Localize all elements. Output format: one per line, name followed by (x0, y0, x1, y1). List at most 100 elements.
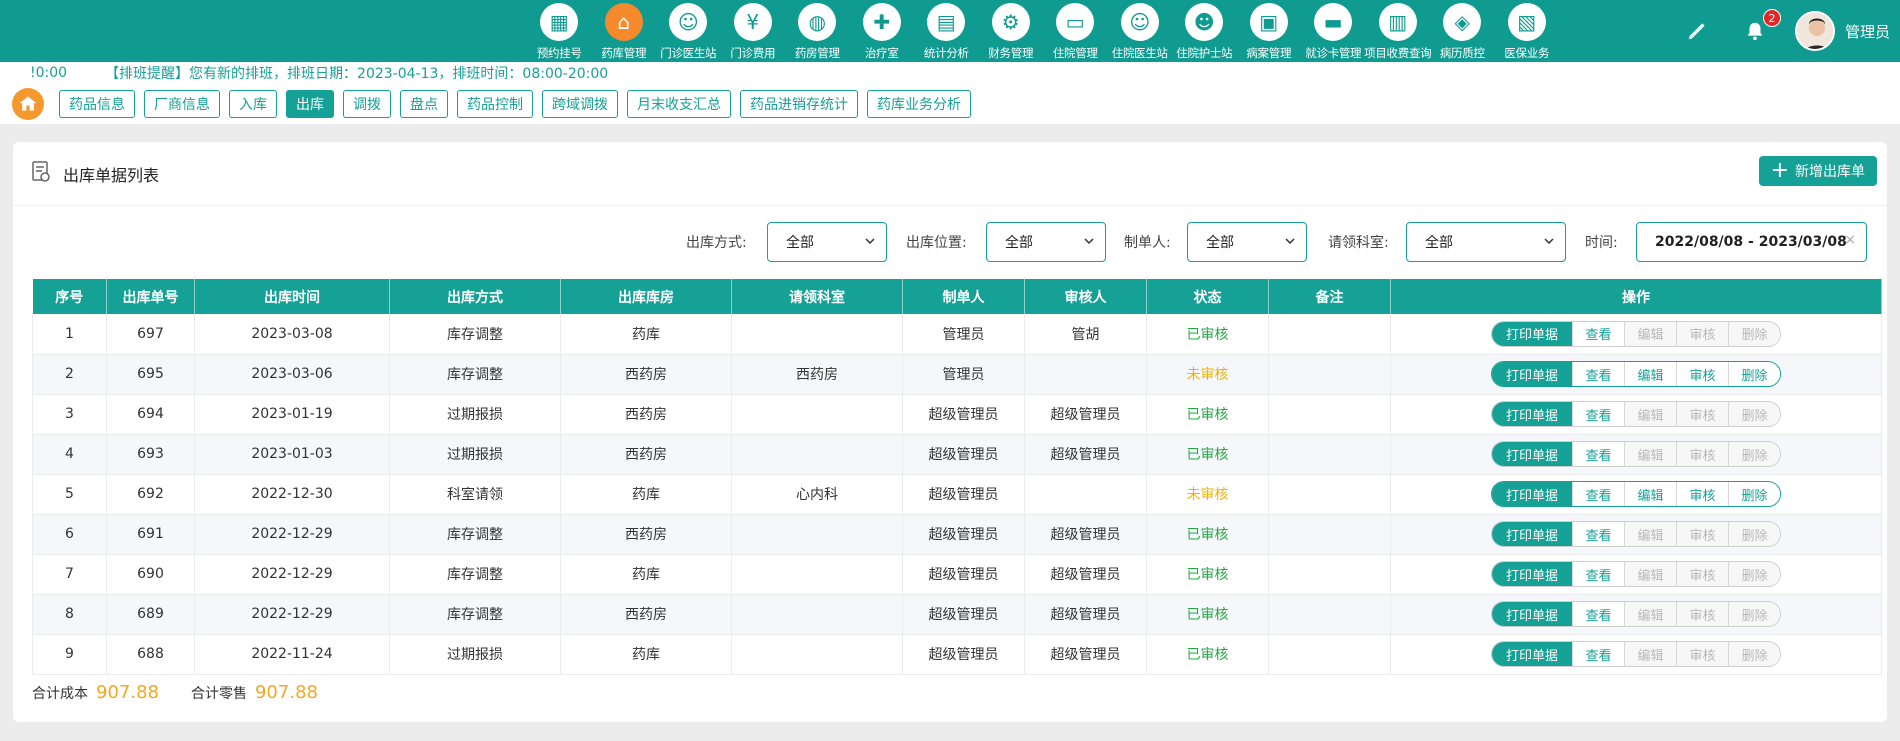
cell-note (1268, 514, 1391, 555)
cell-store: 西药房 (560, 514, 732, 555)
print-button[interactable]: 打印单据 (1492, 402, 1572, 426)
subtab-0[interactable]: 药品信息 (59, 90, 135, 118)
view-button[interactable]: 查看 (1572, 402, 1624, 426)
clear-icon[interactable]: × (1844, 232, 1856, 248)
nav-item-5[interactable]: ✚ 治疗室 (850, 0, 915, 62)
subtab-3[interactable]: 出库 (286, 90, 334, 118)
cell-creator: 超级管理员 (902, 514, 1025, 555)
creator-filter-select[interactable]: 全部 (1187, 222, 1307, 262)
dept-filter-select[interactable]: 全部 (1406, 222, 1566, 262)
audit-button[interactable]: 审核 (1676, 482, 1728, 506)
nav-item-15[interactable]: ▧ 医保业务 (1495, 0, 1560, 62)
user-avatar[interactable] (1794, 11, 1835, 51)
column-header: 状态 (1146, 279, 1269, 314)
nav-item-13[interactable]: ▥ 项目收费查询 (1364, 0, 1432, 62)
subtab-1[interactable]: 厂商信息 (144, 90, 220, 118)
view-button[interactable]: 查看 (1572, 562, 1624, 586)
edit-button: 编辑 (1624, 562, 1676, 586)
location-filter-select[interactable]: 全部 (986, 222, 1106, 262)
subtab-7[interactable]: 跨域调拨 (542, 90, 618, 118)
user-name[interactable]: 管理员 (1845, 21, 1890, 42)
cell-note (1268, 474, 1391, 515)
column-header: 审核人 (1024, 279, 1147, 314)
edit-button: 编辑 (1624, 442, 1676, 466)
subtab-8[interactable]: 月末收支汇总 (627, 90, 731, 118)
card-header: 出库单据列表 + 新增出库单 (13, 142, 1887, 206)
row-action-group: 打印单据 查看 编辑 审核 删除 (1491, 481, 1781, 507)
view-button[interactable]: 查看 (1572, 442, 1624, 466)
view-button[interactable]: 查看 (1572, 522, 1624, 546)
nav-item-label: 病案管理 (1246, 46, 1292, 60)
date-range-input[interactable]: 2022/08/08 - 2023/03/08 × (1636, 222, 1867, 262)
nav-item-label: 药库管理 (601, 46, 647, 60)
cell-status: 已审核 (1146, 594, 1269, 635)
print-button[interactable]: 打印单据 (1492, 442, 1572, 466)
subtab-2[interactable]: 入库 (229, 90, 277, 118)
nav-item-9[interactable]: ☺ 住院医生站 (1108, 0, 1173, 62)
cell-method: 库存调整 (389, 554, 561, 595)
nav-item-12[interactable]: ▬ 就诊卡管理 (1301, 0, 1366, 62)
pencil-icon[interactable] (1683, 17, 1711, 45)
nav-item-4[interactable]: ◍ 药房管理 (785, 0, 850, 62)
chevron-down-icon (1084, 238, 1094, 245)
print-button[interactable]: 打印单据 (1492, 522, 1572, 546)
subtab-5[interactable]: 盘点 (400, 90, 448, 118)
cell-method: 库存调整 (389, 314, 561, 355)
nav-item-8[interactable]: ▭ 住院管理 (1043, 0, 1108, 62)
nav-item-3[interactable]: ¥ 门诊费用 (721, 0, 786, 62)
column-header: 出库库房 (560, 279, 732, 314)
cell-no: 688 (106, 634, 195, 675)
nav-item-1[interactable]: ⌂ 药库管理 (592, 0, 657, 62)
view-button[interactable]: 查看 (1572, 321, 1624, 346)
nav-item-0[interactable]: ▦ 预约挂号 (527, 0, 592, 62)
view-button[interactable]: 查看 (1572, 642, 1624, 666)
print-button[interactable]: 打印单据 (1492, 362, 1572, 386)
nav-item-label: 医保业务 (1504, 46, 1550, 60)
view-button[interactable]: 查看 (1572, 362, 1624, 386)
document-list-icon (31, 160, 51, 187)
print-button[interactable]: 打印单据 (1492, 602, 1572, 626)
nav-item-label: 住院医生站 (1111, 46, 1168, 60)
print-button[interactable]: 打印单据 (1492, 321, 1572, 346)
nav-item-14[interactable]: ◈ 病历质控 (1430, 0, 1495, 62)
delete-button[interactable]: 删除 (1728, 482, 1780, 506)
notification-bell-icon[interactable]: 2 (1741, 9, 1781, 45)
notice-clock: !0:00 (30, 65, 68, 81)
nav-item-11[interactable]: ▣ 病案管理 (1237, 0, 1302, 62)
home-icon[interactable] (12, 88, 44, 120)
row-action-group: 打印单据 查看 编辑 审核 删除 (1491, 401, 1781, 427)
delete-button: 删除 (1728, 442, 1780, 466)
column-header: 出库时间 (194, 279, 390, 314)
method-filter-select[interactable]: 全部 (767, 222, 887, 262)
view-button[interactable]: 查看 (1572, 602, 1624, 626)
subtab-10[interactable]: 药库业务分析 (867, 90, 971, 118)
nav-item-6[interactable]: ▤ 统计分析 (914, 0, 979, 62)
sub-tabs: 药品信息 厂商信息 入库 出库 调拨 盘点 药品控制 跨域调拨 月末收支汇总 药品进销存统计 药库业… (59, 90, 980, 118)
edit-button[interactable]: 编辑 (1624, 482, 1676, 506)
subtab-9[interactable]: 药品进销存统计 (740, 90, 858, 118)
audit-button[interactable]: 审核 (1676, 362, 1728, 386)
subtab-6[interactable]: 药品控制 (457, 90, 533, 118)
cell-creator: 超级管理员 (902, 594, 1025, 635)
cell-status: 未审核 (1146, 474, 1269, 515)
nav-item-7[interactable]: ⚙ 财务管理 (979, 0, 1044, 62)
cell-time: 2022-12-30 (194, 474, 390, 515)
nav-item-label: 就诊卡管理 (1305, 46, 1362, 60)
add-outbound-button[interactable]: + 新增出库单 (1758, 156, 1877, 186)
edit-button[interactable]: 编辑 (1624, 362, 1676, 386)
nav-item-2[interactable]: ☺ 门诊医生站 (656, 0, 721, 62)
print-button[interactable]: 打印单据 (1492, 562, 1572, 586)
nav-item-10[interactable]: ☻ 住院护士站 (1172, 0, 1237, 62)
cell-no: 691 (106, 514, 195, 555)
nav-item-label: 门诊医生站 (660, 46, 717, 60)
subtab-4[interactable]: 调拨 (343, 90, 391, 118)
cell-no: 695 (106, 354, 195, 395)
cell-store: 西药房 (560, 594, 732, 635)
location-filter-label: 出库位置: (906, 235, 967, 251)
audit-button: 审核 (1676, 522, 1728, 546)
delete-button[interactable]: 删除 (1728, 362, 1780, 386)
print-button[interactable]: 打印单据 (1492, 642, 1572, 666)
print-button[interactable]: 打印单据 (1492, 482, 1572, 506)
view-button[interactable]: 查看 (1572, 482, 1624, 506)
nav-item-label: 预约挂号 (536, 46, 582, 60)
